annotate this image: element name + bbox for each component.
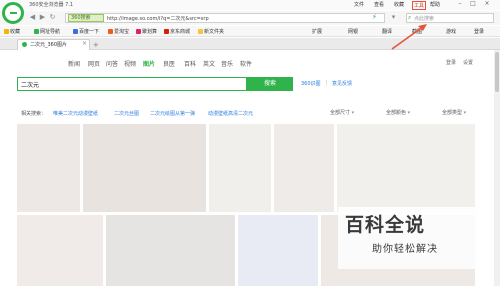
toolbar-extensions[interactable]: 扩展 bbox=[312, 28, 322, 35]
menu-view[interactable]: 查看 bbox=[374, 1, 384, 8]
dropdown-icon[interactable]: ▾ bbox=[389, 13, 398, 22]
fav-nav[interactable]: 网址导航 bbox=[34, 28, 60, 35]
image-tile[interactable] bbox=[238, 215, 318, 286]
cat-video[interactable]: 视频 bbox=[124, 59, 136, 68]
fav-collect[interactable]: 收藏 bbox=[4, 28, 20, 35]
cat-music[interactable]: 音乐 bbox=[221, 59, 233, 68]
feedback-link[interactable]: 意见反馈 bbox=[332, 80, 352, 87]
related-link[interactable]: 动漫壁纸高清二次元 bbox=[208, 110, 253, 117]
watermark-title: 百科全说 bbox=[345, 214, 426, 236]
cat-english[interactable]: 英文 bbox=[203, 59, 215, 68]
annotation-arrow-icon bbox=[391, 24, 427, 50]
image-tile[interactable] bbox=[106, 215, 235, 286]
image-tile[interactable] bbox=[209, 124, 271, 212]
query-input[interactable] bbox=[17, 77, 247, 91]
juhuasuan-icon bbox=[136, 29, 141, 34]
separator: | bbox=[326, 80, 328, 86]
jd-icon bbox=[164, 29, 169, 34]
tab-close-icon[interactable]: × bbox=[82, 40, 87, 47]
cat-doctor[interactable]: 良医 bbox=[163, 59, 175, 68]
image-tile[interactable] bbox=[17, 215, 103, 286]
back-icon[interactable]: ◀ bbox=[28, 13, 37, 22]
refresh-icon[interactable]: ↻ bbox=[48, 13, 57, 22]
settings-link[interactable]: 设置 bbox=[463, 59, 473, 66]
filter-type[interactable]: 全部类型 bbox=[442, 109, 466, 116]
menu-help[interactable]: 帮助 bbox=[430, 1, 440, 8]
lightning-icon[interactable]: ⚡ bbox=[370, 13, 379, 22]
image-tile[interactable] bbox=[17, 124, 80, 212]
cat-software[interactable]: 软件 bbox=[240, 59, 252, 68]
filter-size[interactable]: 全部尺寸 bbox=[330, 109, 354, 116]
fav-folder[interactable]: 新文件夹 bbox=[198, 28, 224, 35]
cat-baike[interactable]: 百科 bbox=[184, 59, 196, 68]
image-tile[interactable] bbox=[83, 124, 206, 212]
toolbar-login[interactable]: 登录 bbox=[474, 28, 484, 35]
maximize-button[interactable]: □ bbox=[469, 0, 477, 8]
baidu-icon bbox=[73, 29, 78, 34]
menu-file[interactable]: 文件 bbox=[354, 1, 364, 8]
search-button[interactable]: 搜索 bbox=[247, 77, 293, 91]
tab-favicon-icon bbox=[22, 42, 27, 47]
shitu-link[interactable]: 360识图 bbox=[301, 80, 321, 87]
fav-juhuasuan[interactable]: 聚划算 bbox=[136, 28, 157, 35]
taobao-icon bbox=[108, 29, 113, 34]
image-tile[interactable] bbox=[337, 124, 475, 212]
fav-jd[interactable]: 京东商城 bbox=[164, 28, 190, 35]
toolbar-bank[interactable]: 网银 bbox=[348, 28, 358, 35]
star-icon bbox=[4, 29, 9, 34]
login-link[interactable]: 登录 bbox=[446, 59, 456, 66]
watermark-subtitle: 助你轻松解决 bbox=[372, 244, 438, 255]
cat-news[interactable]: 新闻 bbox=[68, 59, 80, 68]
image-tile[interactable] bbox=[274, 124, 334, 212]
safe-search-badge[interactable]: 360搜索 bbox=[68, 14, 104, 22]
tab-title[interactable]: 二次元_360图片 bbox=[30, 41, 67, 48]
scrollbar-thumb[interactable] bbox=[495, 52, 499, 92]
forward-icon[interactable]: ▶ bbox=[38, 13, 47, 22]
search-icon: ⌕ bbox=[408, 14, 412, 21]
filter-color[interactable]: 全部颜色 bbox=[386, 109, 410, 116]
nav-icon bbox=[34, 29, 39, 34]
search-placeholder: 点此搜索 bbox=[414, 16, 435, 22]
window-title: 360安全浏览器 7.1 bbox=[29, 2, 74, 8]
cat-image[interactable]: 图片 bbox=[143, 59, 155, 68]
menu-favorites[interactable]: 收藏 bbox=[394, 1, 404, 8]
fav-baidu[interactable]: 百度一下 bbox=[73, 28, 99, 35]
related-link[interactable]: 二次元绘图从第一弹 bbox=[150, 110, 195, 117]
toolbar-games[interactable]: 游戏 bbox=[446, 28, 456, 35]
url-text[interactable]: http://image.so.com/i?q=二次元&src=srp bbox=[107, 15, 209, 22]
minimize-button[interactable]: – bbox=[456, 0, 464, 8]
related-link[interactable]: 唯美二次元动漫壁纸 bbox=[53, 110, 98, 117]
browser-logo-icon bbox=[2, 2, 24, 24]
new-tab-button[interactable]: + bbox=[93, 41, 99, 49]
cat-qa[interactable]: 问答 bbox=[106, 59, 118, 68]
query-text[interactable]: 二次元 bbox=[21, 80, 39, 89]
fav-taobao[interactable]: 爱淘宝 bbox=[108, 28, 129, 35]
close-window-button[interactable]: × bbox=[483, 0, 491, 8]
folder-icon bbox=[198, 29, 203, 34]
cat-web[interactable]: 网页 bbox=[88, 59, 100, 68]
menu-tools[interactable]: 工具 bbox=[412, 1, 427, 10]
related-label: 相关搜索： bbox=[21, 111, 47, 117]
related-link[interactable]: 二次元丝图 bbox=[114, 110, 139, 117]
